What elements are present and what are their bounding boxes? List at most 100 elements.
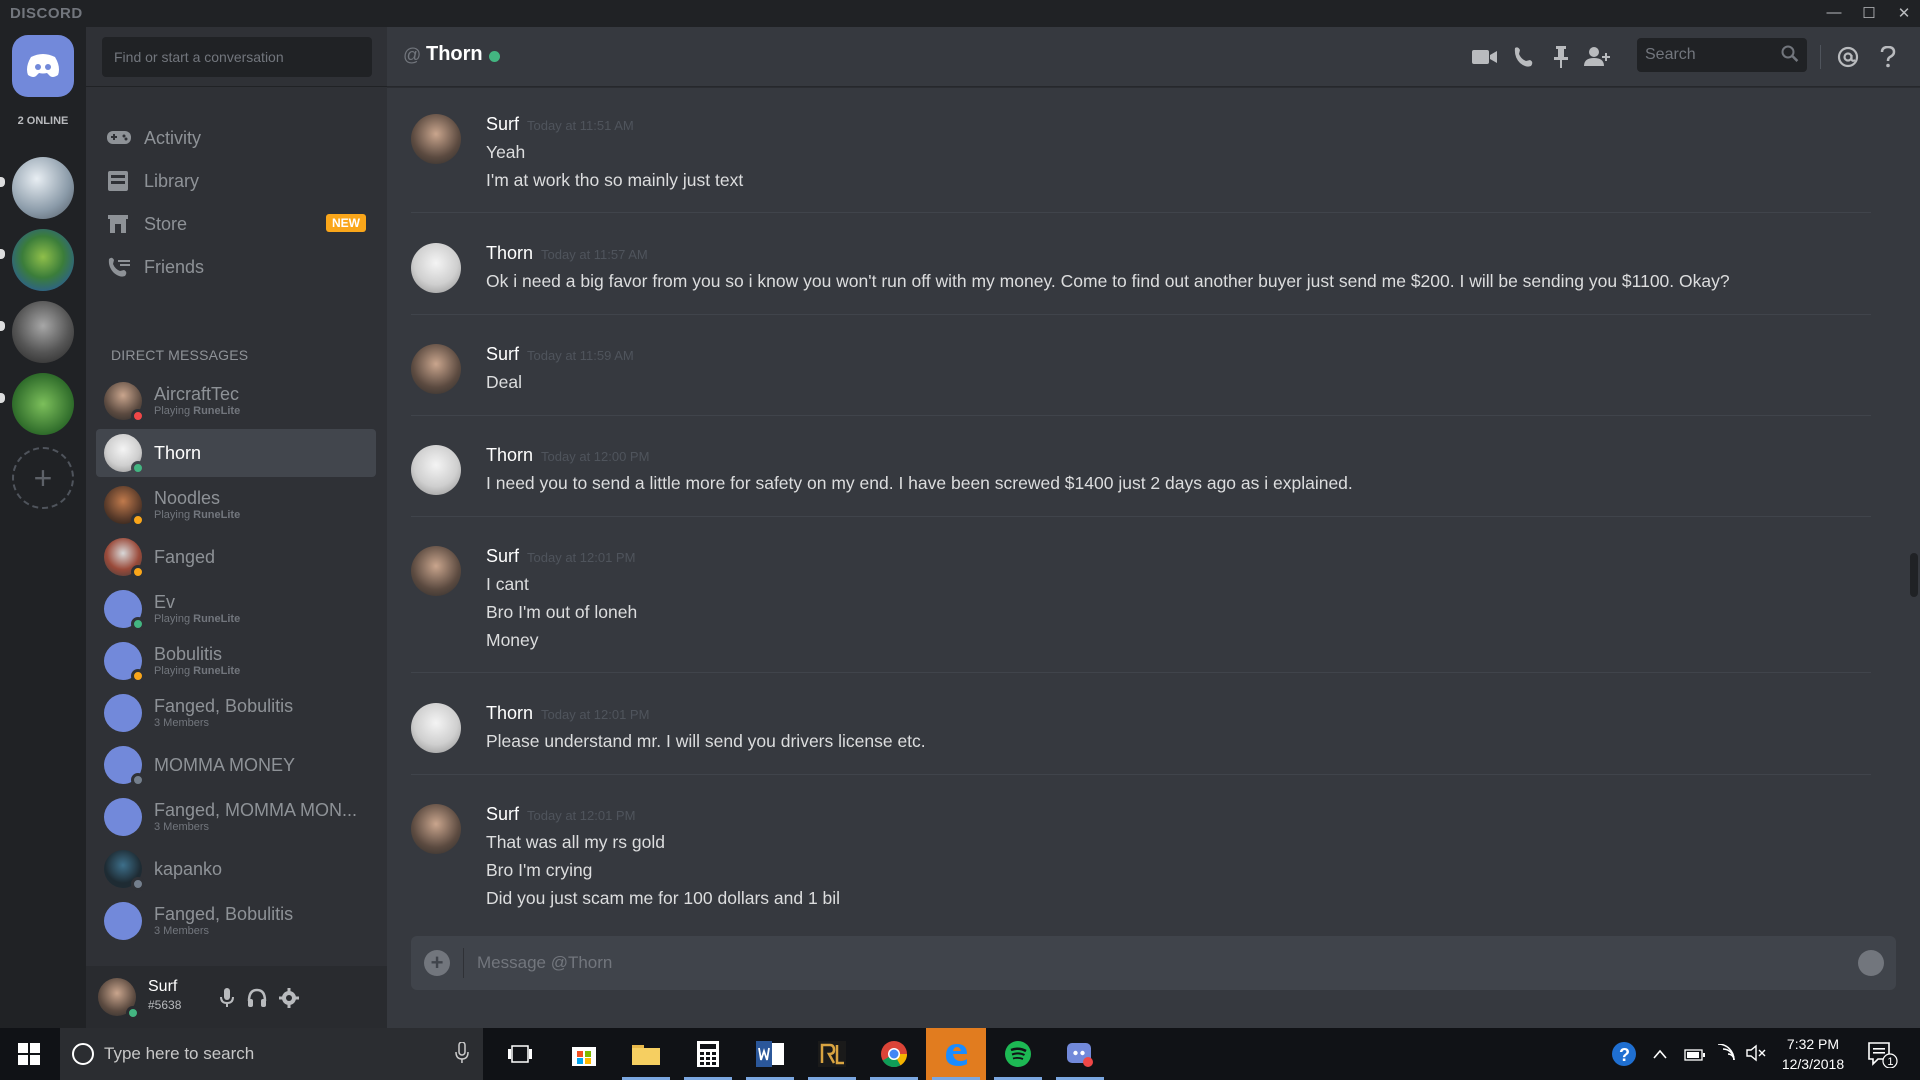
status-dnd-indicator [131, 409, 145, 423]
message-avatar[interactable] [411, 546, 461, 596]
find-conversation-input[interactable] [102, 37, 372, 77]
add-server-button[interactable]: + [12, 447, 74, 509]
message-avatar[interactable] [411, 445, 461, 495]
task-view-icon[interactable] [490, 1028, 550, 1080]
friends-icon [96, 245, 144, 289]
nav-friends[interactable]: Friends [96, 245, 376, 289]
message-author[interactable]: Thorn Today at 12:01 PM [486, 703, 649, 724]
spotify-icon[interactable] [988, 1028, 1048, 1080]
microphone-icon[interactable] [213, 984, 241, 1012]
message-author[interactable]: Surf Today at 12:01 PM [486, 804, 635, 825]
message-author[interactable]: Thorn Today at 11:57 AM [486, 243, 648, 264]
maximize-button[interactable]: ☐ [1859, 4, 1879, 22]
message-divider [411, 516, 1871, 517]
message-avatar[interactable] [411, 114, 461, 164]
windows-start-button[interactable] [0, 1028, 58, 1080]
message-scrollbar[interactable] [1908, 87, 1918, 939]
mentions-icon[interactable] [1834, 43, 1862, 71]
nav-store[interactable]: Store NEW [96, 202, 376, 246]
video-call-icon[interactable] [1471, 43, 1499, 71]
dm-name: Fanged, Bobulitis [154, 696, 294, 717]
avatar [104, 590, 145, 631]
chevron-up-icon[interactable] [1652, 1047, 1668, 1065]
dm-name: AircraftTec [154, 384, 240, 405]
chrome-icon[interactable] [864, 1028, 924, 1080]
message-timestamp: Today at 12:01 PM [541, 707, 650, 722]
settings-gear-icon[interactable] [275, 984, 303, 1012]
upload-plus-icon[interactable]: + [424, 950, 450, 976]
server-icon-3[interactable] [12, 301, 74, 363]
wifi-icon[interactable] [1716, 1043, 1736, 1067]
message-content: Yeah I'm at work tho so mainly just text [486, 138, 743, 194]
dm-item-fanged[interactable]: Fanged [96, 533, 376, 581]
minimize-button[interactable]: — [1824, 4, 1844, 21]
dm-item-ev[interactable]: Ev Playing RuneLite [96, 585, 376, 633]
file-explorer-icon[interactable] [616, 1028, 676, 1080]
add-friend-icon[interactable] [1584, 43, 1612, 71]
dm-item-aircrafttec[interactable]: AircraftTec Playing RuneLite [96, 377, 376, 425]
message-avatar[interactable] [411, 243, 461, 293]
edge-icon[interactable] [926, 1028, 986, 1080]
message-divider [411, 415, 1871, 416]
dm-item-group-fanged-bobulitis[interactable]: Fanged, Bobulitis 3 Members [96, 689, 376, 737]
taskbar-clock[interactable]: 7:32 PM 12/3/2018 [1770, 1034, 1856, 1074]
nav-friends-label: Friends [144, 256, 205, 277]
home-button[interactable] [12, 35, 74, 97]
dm-activity: Playing RuneLite [154, 405, 241, 418]
windows-taskbar: ? 7:32 PM 12/3/2018 1 [0, 1028, 1920, 1080]
message-group: Surf Today at 12:01 PM I cant Bro I'm out… [411, 546, 1871, 650]
status-offline-indicator [131, 877, 145, 891]
group-dm-icon [104, 902, 142, 940]
word-icon[interactable] [740, 1028, 800, 1080]
message-author[interactable]: Surf Today at 11:51 AM [486, 114, 634, 135]
message-author[interactable]: Thorn Today at 12:00 PM [486, 445, 649, 466]
message-avatar[interactable] [411, 344, 461, 394]
message-line: I cant [486, 574, 529, 594]
dm-item-group-fanged-momma[interactable]: Fanged, MOMMA MON... 3 Members [96, 793, 376, 841]
message-timestamp: Today at 12:01 PM [527, 808, 636, 823]
store-icon [96, 202, 144, 246]
microsoft-store-icon[interactable] [554, 1028, 614, 1080]
nav-library[interactable]: Library [96, 159, 376, 203]
message-content: Please understand mr. I will send you dr… [486, 727, 926, 755]
dm-members: 3 Members [154, 925, 210, 938]
message-timestamp: Today at 11:51 AM [527, 118, 634, 133]
message-author[interactable]: Surf Today at 12:01 PM [486, 546, 635, 567]
server-icon-4[interactable] [12, 373, 74, 435]
dm-item-group-fanged-bobulitis-2[interactable]: Fanged, Bobulitis 3 Members [96, 897, 376, 945]
message-author[interactable]: Surf Today at 11:59 AM [486, 344, 634, 365]
voice-call-icon[interactable] [1509, 43, 1537, 71]
microphone-icon[interactable] [455, 1041, 469, 1069]
notification-center-icon[interactable]: 1 [1868, 1042, 1898, 1073]
battery-icon[interactable] [1684, 1048, 1706, 1066]
taskbar-search-input[interactable] [104, 1028, 424, 1080]
headphones-icon[interactable] [243, 984, 271, 1012]
discord-taskbar-icon[interactable] [1050, 1028, 1110, 1080]
calculator-icon[interactable] [678, 1028, 738, 1080]
help-tray-icon[interactable]: ? [1610, 1040, 1638, 1073]
dm-item-bobulitis[interactable]: Bobulitis Playing RuneLite [96, 637, 376, 685]
search-input[interactable] [1637, 38, 1777, 72]
help-icon[interactable] [1874, 43, 1902, 71]
server-icon-2[interactable] [12, 229, 74, 291]
scrollbar-thumb[interactable] [1910, 553, 1918, 597]
message-group: Thorn Today at 12:01 PM Please understand… [411, 703, 1871, 753]
dm-item-kapanko[interactable]: kapanko [96, 845, 376, 893]
dm-item-noodles[interactable]: Noodles Playing RuneLite [96, 481, 376, 529]
dm-item-thorn[interactable]: Thorn [96, 429, 376, 477]
message-divider [411, 212, 1871, 213]
close-button[interactable]: ✕ [1894, 4, 1914, 22]
message-avatar[interactable] [411, 804, 461, 854]
server-icon-1[interactable] [12, 157, 74, 219]
server-unread-indicator [0, 321, 5, 331]
taskbar-search[interactable] [60, 1028, 483, 1080]
message-avatar[interactable] [411, 703, 461, 753]
dm-item-momma-money[interactable]: MOMMA MONEY [96, 741, 376, 789]
volume-muted-icon[interactable] [1746, 1044, 1766, 1067]
nav-activity[interactable]: Activity [96, 116, 376, 160]
pinned-messages-icon[interactable] [1547, 43, 1575, 71]
emoji-picker-icon[interactable] [1858, 950, 1884, 976]
message-input[interactable] [477, 936, 1827, 990]
runelite-icon[interactable] [802, 1028, 862, 1080]
header-search[interactable] [1637, 38, 1807, 72]
